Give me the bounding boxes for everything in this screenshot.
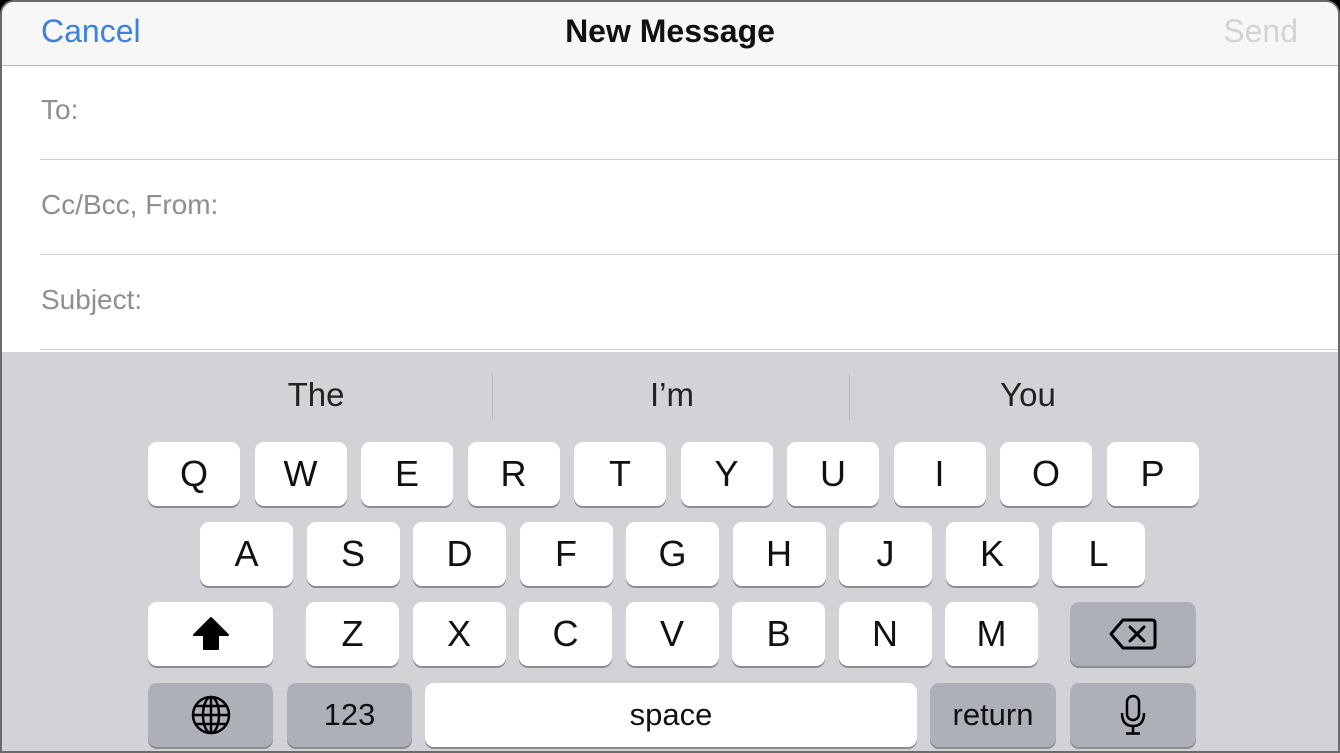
key-s[interactable]: S <box>306 522 400 586</box>
navigation-bar: Cancel New Message Send <box>2 2 1338 66</box>
key-o[interactable]: O <box>1000 442 1092 506</box>
to-input[interactable] <box>100 84 1338 140</box>
key-w[interactable]: W <box>254 442 347 506</box>
key-h[interactable]: H <box>732 522 826 586</box>
key-v[interactable]: V <box>625 602 719 666</box>
shift-key[interactable] <box>148 602 273 666</box>
suggestion-3[interactable]: You <box>850 352 1206 438</box>
key-x[interactable]: X <box>412 602 506 666</box>
key-z[interactable]: Z <box>306 602 399 666</box>
page-title: New Message <box>565 13 775 49</box>
to-label: To: <box>41 94 79 125</box>
ccbcc-label: Cc/Bcc, From: <box>41 189 219 220</box>
dictation-key[interactable] <box>1070 683 1196 747</box>
key-d[interactable]: D <box>413 522 506 586</box>
keyboard: The I’m You QWERTYUIOP ASDFGHJKL ZXCVBNM <box>2 352 1338 751</box>
globe-icon <box>191 695 230 735</box>
key-q[interactable]: Q <box>148 442 240 506</box>
suggestion-2[interactable]: I’m <box>494 352 850 438</box>
key-i[interactable]: I <box>893 442 986 506</box>
microphone-icon <box>1120 694 1146 735</box>
send-button[interactable]: Send <box>1223 13 1298 50</box>
key-k[interactable]: K <box>945 522 1039 586</box>
subject-field[interactable]: Subject: <box>40 256 1338 350</box>
key-m[interactable]: M <box>945 602 1038 666</box>
shift-icon <box>192 617 229 650</box>
to-field[interactable]: To: <box>40 66 1338 160</box>
delete-key[interactable] <box>1070 602 1196 666</box>
suggestion-divider <box>492 374 493 420</box>
subject-input[interactable] <box>170 274 1338 330</box>
globe-key[interactable] <box>148 683 273 747</box>
key-e[interactable]: E <box>361 442 453 506</box>
key-j[interactable]: J <box>839 522 932 586</box>
key-b[interactable]: B <box>732 602 825 666</box>
ccbcc-field[interactable]: Cc/Bcc, From: <box>40 161 1338 255</box>
key-c[interactable]: C <box>519 602 612 666</box>
key-u[interactable]: U <box>787 442 879 506</box>
key-f[interactable]: F <box>519 522 613 586</box>
delete-icon <box>1109 618 1157 650</box>
compose-window: Cancel New Message Send To: Cc/Bcc, From… <box>0 0 1340 753</box>
key-a[interactable]: A <box>200 522 293 586</box>
ccbcc-input[interactable] <box>250 179 1338 235</box>
key-n[interactable]: N <box>838 602 932 666</box>
key-r[interactable]: R <box>467 442 560 506</box>
numbers-key[interactable]: 123 <box>287 683 412 747</box>
suggestion-1[interactable]: The <box>138 352 494 438</box>
key-g[interactable]: G <box>626 522 719 586</box>
subject-label: Subject: <box>41 284 143 315</box>
key-y[interactable]: Y <box>680 442 773 506</box>
space-key[interactable]: space <box>425 683 917 747</box>
return-key[interactable]: return <box>930 683 1056 747</box>
key-p[interactable]: P <box>1106 442 1199 506</box>
key-t[interactable]: T <box>574 442 666 506</box>
key-l[interactable]: L <box>1052 522 1145 586</box>
